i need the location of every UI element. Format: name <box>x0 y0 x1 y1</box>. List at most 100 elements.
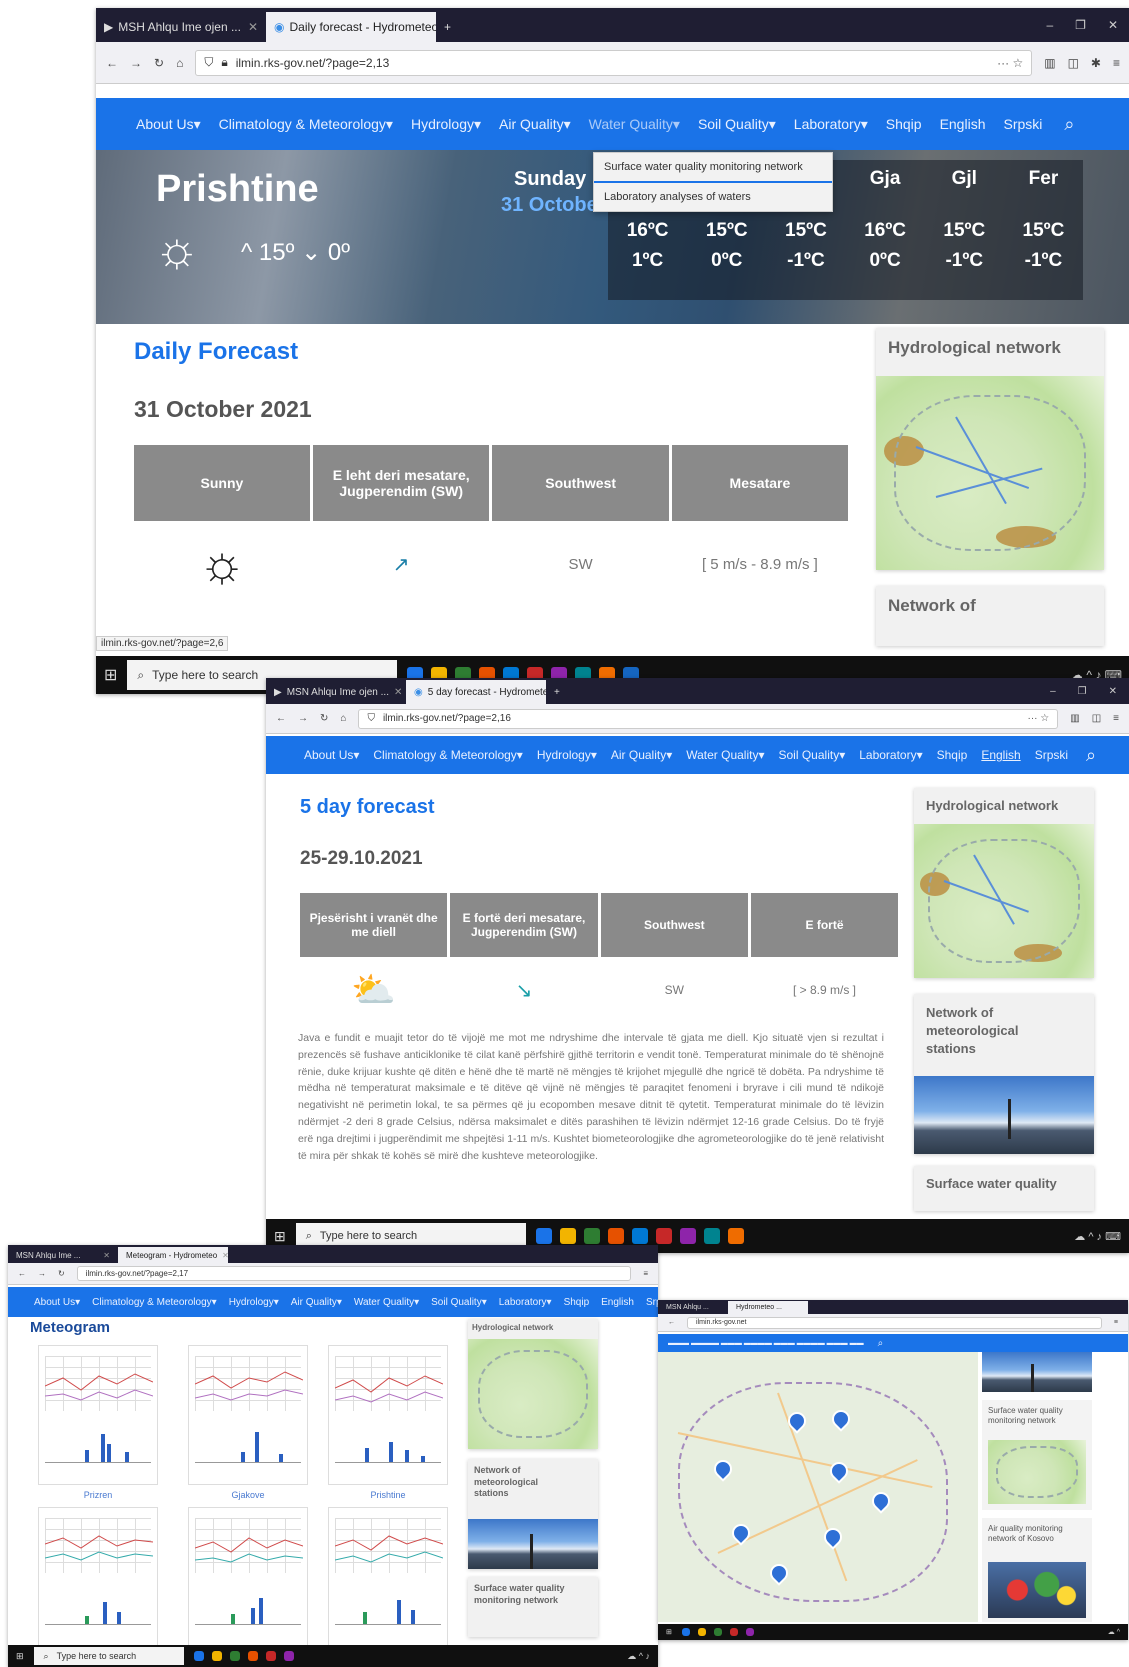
card-network-of[interactable]: Network of <box>876 586 1104 646</box>
app-icon[interactable] <box>229 1651 240 1661</box>
card-hydrological-network[interactable]: Hydrological network <box>914 788 1094 978</box>
back-icon[interactable]: ← <box>106 56 118 70</box>
page-actions-icon[interactable]: ··· ☆ <box>1028 713 1050 724</box>
lang-srpski[interactable]: Srpski <box>646 1297 658 1308</box>
dropdown-item-lab-analyses[interactable]: Laboratory analyses of waters <box>594 183 832 211</box>
minimize-icon[interactable]: – <box>1046 18 1053 32</box>
app-icon[interactable] <box>265 1651 276 1661</box>
app-icon[interactable] <box>703 1228 720 1244</box>
page-actions-icon[interactable]: ··· ☆ <box>997 56 1023 70</box>
close-tab-icon[interactable]: ✕ <box>103 1251 110 1260</box>
windows-start-icon[interactable]: ⊞ <box>104 665 117 685</box>
forward-icon[interactable]: → <box>38 1269 46 1278</box>
search-icon[interactable]: ⌕ <box>1064 114 1074 135</box>
card-surface-water-quality[interactable]: Surface water quality <box>914 1166 1094 1211</box>
new-tab-button[interactable]: + <box>436 12 459 42</box>
browser-tab-active[interactable]: Meteogram - Hydrometeo ✕ <box>118 1247 228 1263</box>
browser-tab-active[interactable]: ◉ Daily forecast - Hydrometeo ✕ <box>266 12 436 42</box>
back-icon[interactable]: ← <box>18 1269 26 1278</box>
nav-about[interactable]: About Us▾ <box>136 116 201 133</box>
url-field[interactable]: ⛉ 🔒︎ ilmin.rks-gov.net/?page=2,13 ··· ☆ <box>195 49 1033 76</box>
app-icon[interactable] <box>631 1228 648 1244</box>
browser-tab[interactable]: MSN Ahlqu Ime ... ✕ <box>8 1247 118 1263</box>
reload-icon[interactable]: ↻ <box>320 713 328 724</box>
nav-soil-quality[interactable]: Soil Quality▾ <box>431 1297 487 1308</box>
app-icon[interactable] <box>559 1228 576 1244</box>
nav-climatology[interactable]: Climatology & Meteorology▾ <box>373 748 522 762</box>
stations-map[interactable] <box>658 1352 978 1622</box>
app-icon[interactable] <box>681 1628 690 1636</box>
back-icon[interactable]: ← <box>668 1319 675 1326</box>
menu-icon[interactable]: ≡ <box>1113 713 1119 724</box>
app-icon[interactable] <box>193 1651 204 1661</box>
lang-english[interactable]: English <box>981 748 1020 762</box>
lang-shqip[interactable]: Shqip <box>937 748 968 762</box>
close-window-icon[interactable]: ✕ <box>1108 18 1118 32</box>
app-icon[interactable] <box>697 1628 706 1636</box>
meteogram-chart[interactable]: Gjakove <box>188 1345 308 1500</box>
app-icon[interactable] <box>607 1228 624 1244</box>
nav-water-quality[interactable]: Water Quality▾ <box>589 116 680 133</box>
reload-icon[interactable]: ↻ <box>58 1269 65 1278</box>
nav-hydrology[interactable]: Hydrology▾ <box>411 116 481 133</box>
browser-tab[interactable]: ▶ MSH Ahlqu Ime ojen ... ✕ <box>96 12 266 42</box>
taskbar-search[interactable]: ⌕ Type here to search <box>33 1647 184 1665</box>
back-icon[interactable]: ← <box>276 713 286 724</box>
nav-about[interactable]: About Us▾ <box>34 1297 80 1308</box>
library-icon[interactable]: ▥ <box>1070 713 1079 724</box>
lang-shqip[interactable]: Shqip <box>564 1297 590 1308</box>
meteogram-chart[interactable]: Prizren <box>38 1345 158 1500</box>
card-surface-water-quality[interactable]: Surface water quality monitoring network <box>468 1577 598 1637</box>
app-icon[interactable] <box>247 1651 258 1661</box>
app-icon[interactable] <box>679 1228 696 1244</box>
nav-water-quality[interactable]: Water Quality▾ <box>354 1297 419 1308</box>
card-meteorological-stations[interactable]: Network of meteorological stations <box>914 994 1094 1154</box>
meteogram-label[interactable]: Prizren <box>39 1490 157 1500</box>
home-icon[interactable]: ⌂ <box>340 713 346 724</box>
nav-laboratory[interactable]: Laboratory▾ <box>499 1297 552 1308</box>
meteogram-chart[interactable] <box>188 1507 308 1647</box>
menu-icon[interactable]: ≡ <box>1114 1319 1118 1326</box>
windows-start-icon[interactable]: ⊞ <box>274 1228 286 1245</box>
new-tab-button[interactable]: + <box>546 680 568 704</box>
nav-soil-quality[interactable]: Soil Quality▾ <box>698 116 776 133</box>
app-icon[interactable] <box>535 1228 552 1244</box>
menu-icon[interactable]: ≡ <box>1113 56 1120 70</box>
app-icon[interactable] <box>727 1228 744 1244</box>
nav-soil-quality[interactable]: Soil Quality▾ <box>779 748 846 762</box>
nav-laboratory[interactable]: Laboratory▾ <box>794 116 868 133</box>
nav-hydrology[interactable]: Hydrology▾ <box>537 748 597 762</box>
nav-water-quality[interactable]: Water Quality▾ <box>686 748 764 762</box>
sidebar-icon[interactable]: ◫ <box>1092 713 1101 724</box>
meteogram-label[interactable]: Prishtine <box>329 1490 447 1500</box>
app-icon[interactable] <box>655 1228 672 1244</box>
menu-icon[interactable]: ≡ <box>643 1269 648 1278</box>
extension-icon[interactable]: ✱ <box>1091 56 1101 70</box>
forward-icon[interactable]: → <box>298 713 308 724</box>
meteogram-chart[interactable] <box>328 1507 448 1647</box>
card-surface-water-quality[interactable]: Surface water quality monitoring network <box>982 1400 1092 1510</box>
station-photo-card[interactable] <box>982 1352 1092 1392</box>
search-icon[interactable]: ⌕ <box>1086 745 1096 766</box>
card-hydrological-network[interactable]: Hydrological network <box>876 328 1104 570</box>
library-icon[interactable]: ▥ <box>1044 56 1055 70</box>
app-icon[interactable] <box>583 1228 600 1244</box>
meteogram-label[interactable]: Gjakove <box>189 1490 307 1500</box>
meteogram-chart[interactable] <box>38 1507 158 1647</box>
lang-shqip[interactable]: Shqip <box>886 116 922 132</box>
restore-icon[interactable]: ❐ <box>1078 686 1087 697</box>
lang-srpski[interactable]: Srpski <box>1003 116 1042 132</box>
close-tab-icon[interactable]: ✕ <box>394 687 402 698</box>
lang-srpski[interactable]: Srpski <box>1035 748 1068 762</box>
reload-icon[interactable]: ↻ <box>154 56 164 70</box>
browser-tab[interactable]: ▶ MSN Ahlqu Ime ojen ... ✕ <box>266 680 406 704</box>
nav-air-quality[interactable]: Air Quality▾ <box>611 748 672 762</box>
app-icon[interactable] <box>729 1628 738 1636</box>
nav-laboratory[interactable]: Laboratory▾ <box>859 748 922 762</box>
browser-tab-active[interactable]: Hydrometeo ... <box>728 1301 808 1314</box>
nav-climatology[interactable]: Climatology & Meteorology▾ <box>92 1297 217 1308</box>
search-icon[interactable]: ⌕ <box>878 1338 884 1349</box>
nav-about[interactable]: About Us▾ <box>304 748 359 762</box>
url-field[interactable]: ⛉ ilmin.rks-gov.net/?page=2,16 ··· ☆ <box>358 708 1059 729</box>
browser-tab[interactable]: MSN Ahlqu ... <box>658 1301 728 1314</box>
